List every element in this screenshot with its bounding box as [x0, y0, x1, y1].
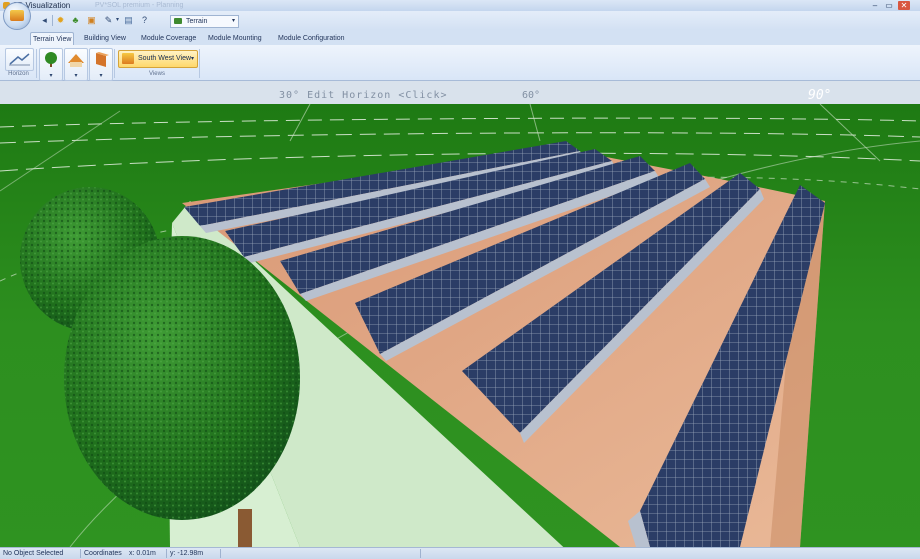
horizon-button[interactable]	[5, 48, 34, 71]
back-icon[interactable]: ◂	[39, 15, 50, 26]
status-divider	[220, 549, 221, 558]
chevron-down-icon: ▾	[231, 18, 235, 24]
save-icon[interactable]: ▣	[86, 15, 97, 26]
status-divider	[80, 549, 81, 558]
export-icon[interactable]: ▤	[123, 15, 134, 26]
3d-viewport[interactable]: 30° Edit Horizon <Click> 60° 90°	[0, 81, 920, 547]
terrain-select-value: Terrain	[186, 18, 208, 25]
scene	[0, 81, 920, 547]
close-button[interactable]: ✕	[898, 1, 910, 10]
sun-icon[interactable]: ✹	[55, 15, 66, 26]
tree-button[interactable]: ▾	[39, 48, 63, 81]
tab-terrain-view[interactable]: Terrain View	[30, 32, 75, 46]
views-label: Views	[149, 71, 165, 77]
tree-icon[interactable]: ♣	[70, 15, 81, 26]
terrain-icon	[174, 18, 182, 24]
degree-90-label: 90°	[808, 88, 832, 103]
terrain-select[interactable]: Terrain ▾	[170, 15, 239, 28]
view-select-label: South West View	[138, 55, 192, 62]
edit-horizon-hint[interactable]: 30° Edit Horizon <Click>	[279, 90, 448, 101]
chevron-down-icon: ▾	[74, 73, 78, 79]
chevron-down-icon: ▾	[190, 56, 194, 62]
ribbon-separator	[36, 49, 37, 78]
wall-button[interactable]: ▾	[89, 48, 113, 81]
view-icon	[122, 53, 134, 64]
chevron-down-icon: ▾	[49, 73, 53, 79]
status-bar: No Object Selected Coordinates x: 0.01m …	[0, 547, 920, 559]
quick-access-toolbar: ◂ ✹ ♣ ▣ ✎ ▾ ▤ ? Terrain ▾	[0, 11, 920, 30]
ribbon-separator	[199, 49, 200, 78]
ribbon-separator	[114, 49, 115, 78]
chevron-down-icon: ▾	[99, 73, 103, 79]
tree-icon	[45, 52, 57, 67]
tab-module-mounting[interactable]: Module Mounting	[206, 32, 264, 45]
ribbon-tabs: Terrain View Building View Module Covera…	[0, 30, 920, 46]
status-divider	[420, 549, 421, 558]
roof-icon	[68, 54, 84, 67]
selection-status: No Object Selected	[3, 550, 64, 557]
toolbar-separator	[52, 15, 53, 26]
roof-button[interactable]: ▾	[64, 48, 88, 81]
window-subtitle: PV*SOL premium - Planning	[95, 2, 184, 9]
house-icon	[10, 10, 24, 21]
view-select-button[interactable]: South West View ▾	[118, 50, 198, 68]
degree-60-label: 60°	[522, 90, 541, 101]
tab-module-configuration[interactable]: Module Configuration	[276, 32, 347, 45]
chevron-down-icon[interactable]: ▾	[112, 15, 123, 26]
tab-building-view[interactable]: Building View	[82, 32, 128, 45]
y-coordinate: y: -12.98m	[170, 550, 204, 557]
status-divider	[166, 549, 167, 558]
minimize-button[interactable]: –	[869, 1, 881, 10]
ribbon-panel: Horizon ▾ ▾ ▾ South West View ▾ Views	[0, 45, 920, 81]
horizon-icon	[9, 53, 30, 66]
tab-module-coverage[interactable]: Module Coverage	[139, 32, 198, 45]
wall-icon	[96, 52, 109, 67]
maximize-button[interactable]: ▭	[883, 1, 895, 10]
coordinates-label: Coordinates	[84, 550, 122, 557]
x-coordinate: x: 0.01m	[129, 550, 156, 557]
help-icon[interactable]: ?	[139, 15, 150, 26]
application-menu-button[interactable]	[3, 2, 31, 30]
horizon-label: Horizon	[8, 71, 29, 77]
